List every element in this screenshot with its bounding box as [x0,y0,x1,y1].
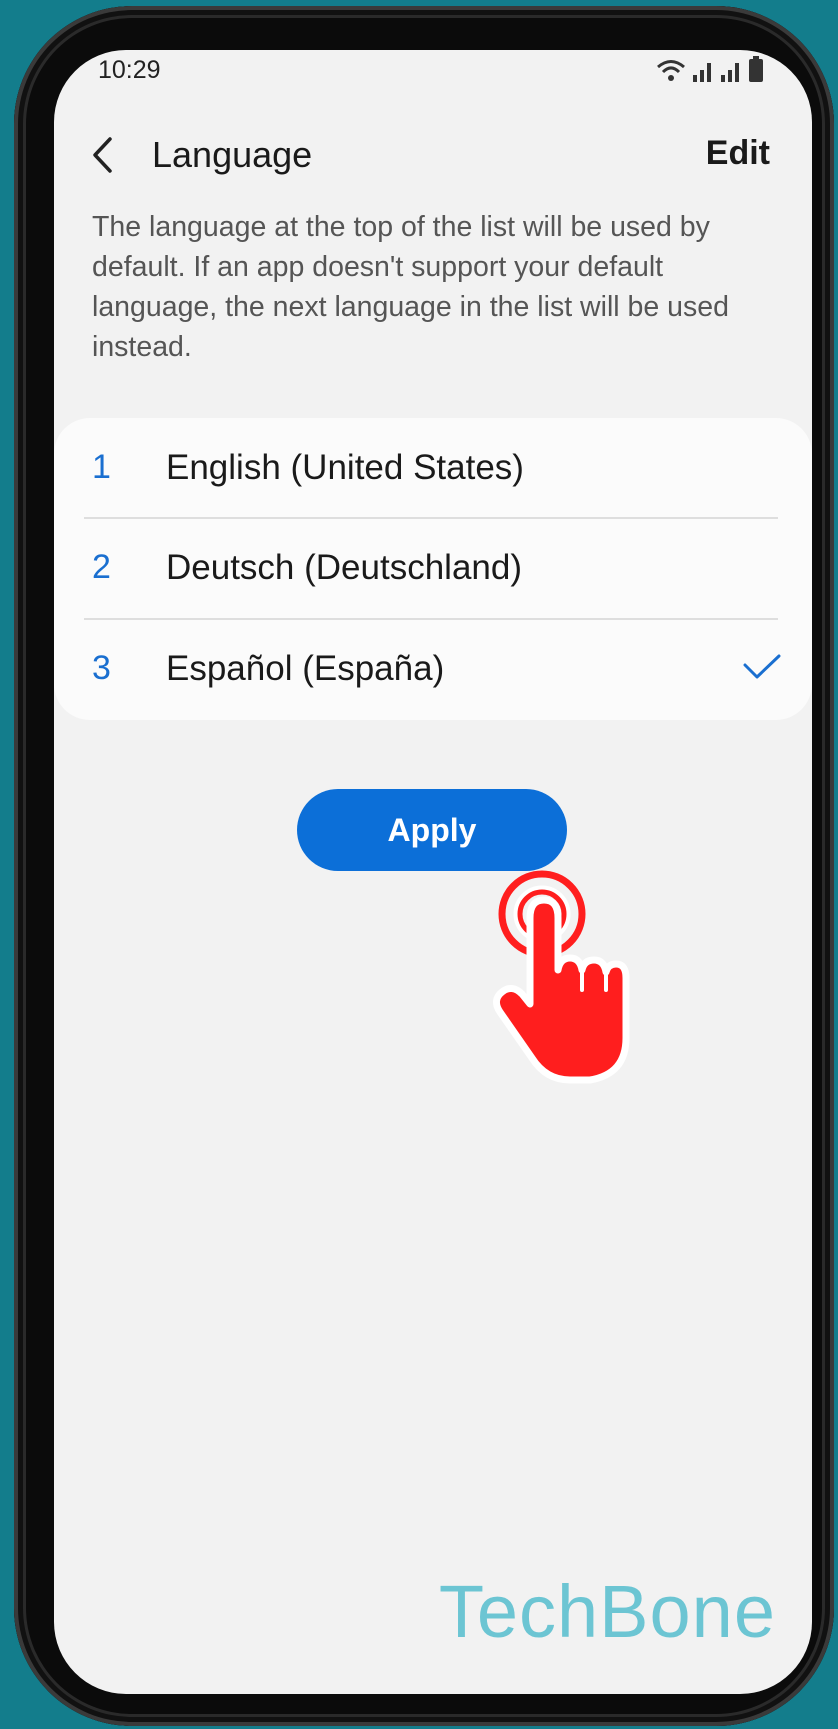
app-bar: Language Edit [54,120,812,190]
check-icon [743,654,781,679]
page-title: Language [152,134,313,175]
chevron-left-icon [93,137,112,173]
wifi-icon [657,60,685,81]
language-description: The language at the top of the list will… [92,211,729,363]
signal-icon [721,63,739,82]
language-item-deutsch[interactable]: 2 Deutsch (Deutschland) [54,518,812,618]
signal-icon [693,63,711,82]
language-name: English (United States) [166,448,524,487]
status-icons [656,56,764,82]
status-time: 10:29 [98,56,161,84]
phone-screen: 10:29 Language Edit The language at the … [54,50,812,1694]
language-item-espanol[interactable]: 3 Español (España) [54,619,812,719]
apply-button[interactable]: Apply [297,789,567,871]
language-item-english[interactable]: 1 English (United States) [54,418,812,518]
language-list: 1 English (United States) 2 Deutsch (Deu… [54,418,812,720]
language-name: Deutsch (Deutschland) [166,548,522,587]
status-bar: 10:29 [54,50,812,96]
back-button[interactable] [80,132,124,178]
language-index: 3 [92,649,111,687]
techbone-watermark: TechBone [438,1570,776,1653]
pointer-hand-icon [493,870,630,1084]
battery-icon [749,56,763,82]
language-name: Español (España) [166,649,445,688]
language-index: 1 [92,448,111,486]
language-index: 2 [92,548,111,586]
edit-button[interactable]: Edit [706,134,770,173]
